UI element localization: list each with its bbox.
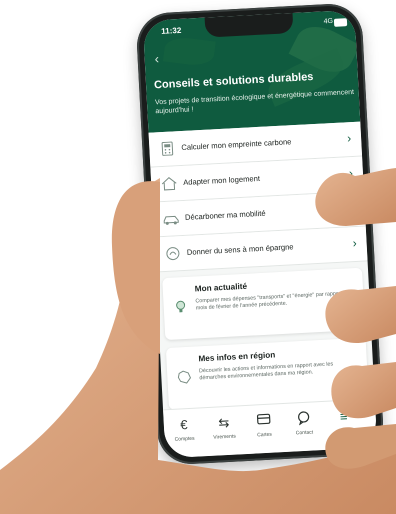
tab-label: Virements <box>213 433 236 441</box>
smartphone: 11:32 4G ‹ Conseils et solutions durable… <box>135 2 385 466</box>
news-card[interactable]: Mon actualité Comparer mes dépenses "tra… <box>162 267 366 341</box>
savings-icon <box>165 246 182 261</box>
tab-virements[interactable]: ⇆ Virements <box>203 414 244 441</box>
card-title: Mes infos en région <box>198 350 276 364</box>
network-indicator: 4G <box>323 17 334 26</box>
card-title: Mon actualité <box>194 281 248 294</box>
chevron-right-icon: › <box>350 201 356 216</box>
chevron-right-icon: › <box>352 235 357 251</box>
card-body: Comparer mes dépenses "transports" et "é… <box>195 290 350 312</box>
decorative-leaf <box>162 35 216 68</box>
card-body: Découvrir les actions et informations en… <box>198 361 334 382</box>
tab-label: Comptes <box>174 435 195 443</box>
bottom-navigation: € Comptes ⇆ Virements Cartes Contact ≡ P… <box>163 398 378 459</box>
chat-icon <box>283 410 324 428</box>
menu-icon: ≡ <box>339 408 348 425</box>
tab-plus[interactable]: ≡ Plus <box>323 408 364 435</box>
transfer-icon: ⇆ <box>217 414 230 431</box>
tab-contact[interactable]: Contact <box>283 410 324 437</box>
tab-label: Plus <box>339 427 350 435</box>
phone-screen: 11:32 4G ‹ Conseils et solutions durable… <box>142 9 378 459</box>
tab-label: Cartes <box>257 431 273 439</box>
card-icon <box>243 412 284 430</box>
chevron-right-icon: › <box>348 166 354 181</box>
lightbulb-icon <box>172 299 189 316</box>
tab-comptes[interactable]: € Comptes <box>164 416 205 443</box>
scene: 11:32 4G ‹ Conseils et solutions durable… <box>0 0 396 514</box>
region-map-icon <box>176 369 193 386</box>
status-time: 11:32 <box>161 25 182 36</box>
house-icon <box>161 176 178 191</box>
euro-icon: € <box>179 417 188 433</box>
page-subtitle: Vos projets de transition écologique et … <box>154 88 355 116</box>
tab-cartes[interactable]: Cartes <box>243 412 284 439</box>
chevron-right-icon: › <box>346 131 352 146</box>
battery-icon <box>333 18 348 27</box>
list-item-label: Décarboner ma mobilité <box>184 208 266 222</box>
list-item-label: Adapter mon logement <box>182 173 261 187</box>
calculator-icon <box>159 141 176 156</box>
list-item-label: Calculer mon empreinte carbone <box>181 137 292 152</box>
chevron-left-icon[interactable]: ‹ <box>154 51 159 66</box>
tab-label: Contact <box>295 429 314 437</box>
list-item-label: Donner du sens à mon épargne <box>186 242 294 257</box>
action-list: Calculer mon empreinte carbone › Adapter… <box>148 121 368 273</box>
page-title: Conseils et solutions durables <box>153 70 314 92</box>
car-icon <box>163 211 180 226</box>
